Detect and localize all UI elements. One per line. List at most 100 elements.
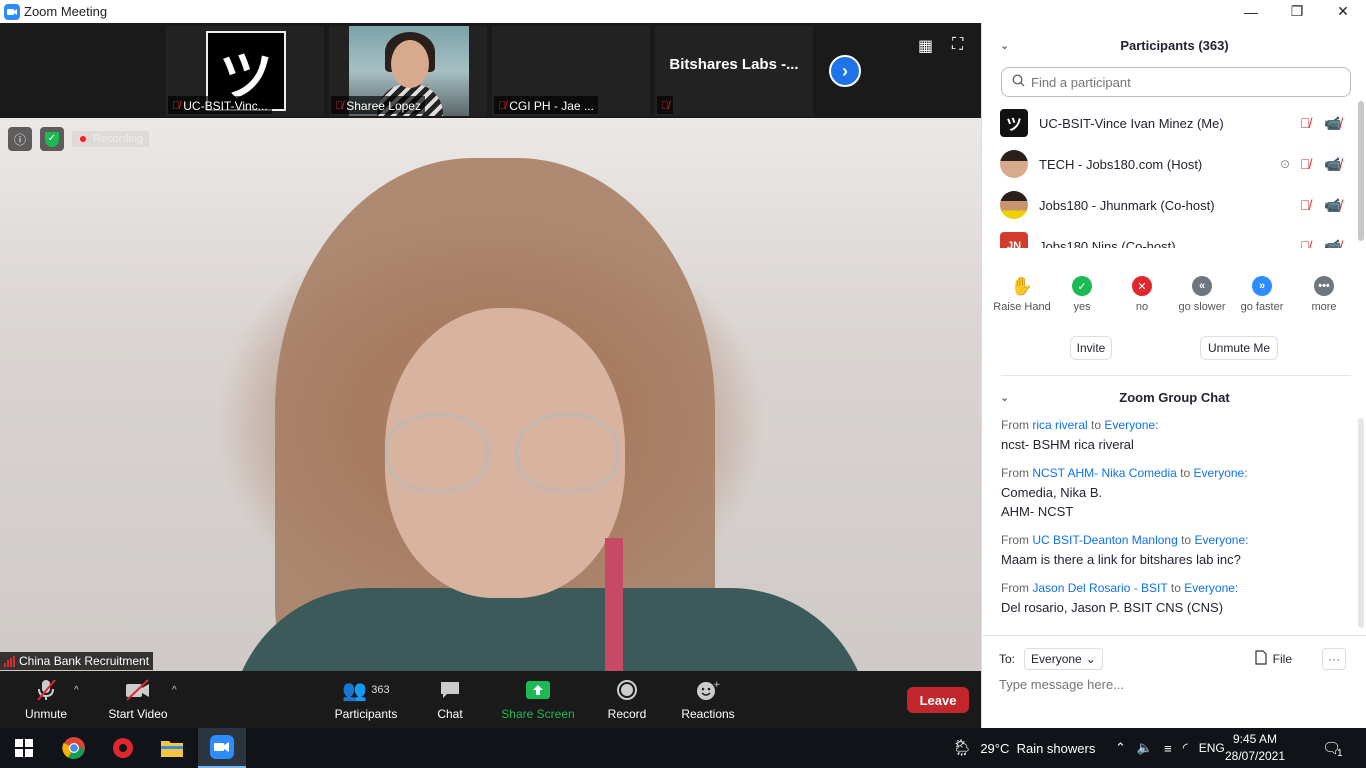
avatar xyxy=(1000,150,1028,178)
chat-more-button[interactable]: ··· xyxy=(1322,648,1346,670)
next-page-button[interactable]: › xyxy=(829,55,861,87)
video-off-icon: 📹̸ xyxy=(1324,155,1342,172)
chevron-up-icon[interactable]: ⌃ xyxy=(1115,740,1126,756)
sender-name[interactable]: UC BSIT-Deanton Manlong xyxy=(1032,533,1177,547)
minimize-button[interactable]: — xyxy=(1228,0,1274,23)
chat-button[interactable]: Chat xyxy=(430,677,470,721)
chat-message: From rica riveral to Everyone: ncst- BSH… xyxy=(1001,418,1346,454)
thumbnail-center-text: Bitshares Labs -... xyxy=(669,56,799,73)
garena-taskbar-button[interactable] xyxy=(99,728,147,768)
fullscreen-icon[interactable]: ⛶ xyxy=(952,36,963,54)
mic-muted-icon: 🎙̸ xyxy=(1300,156,1311,172)
sender-name[interactable]: Jason Del Rosario - BSIT xyxy=(1032,581,1167,595)
thumbnail-tile[interactable]: 🎙̸ Sharee Lopez xyxy=(329,26,487,116)
meeting-info-bar: ⓘ ✓ Recording xyxy=(8,127,150,151)
chat-message: From UC BSIT-Deanton Manlong to Everyone… xyxy=(1001,533,1346,569)
mic-muted-icon: 🎙̸ xyxy=(172,100,181,112)
search-input[interactable] xyxy=(1031,74,1331,90)
mic-muted-icon: 🎙̸ xyxy=(335,100,344,112)
participant-row[interactable]: Jobs180 - Jhunmark (Co-host) 🎙̸ 📹̸ xyxy=(982,185,1357,225)
chat-icon xyxy=(430,677,470,703)
info-icon[interactable]: ⓘ xyxy=(8,127,32,151)
recipient-name[interactable]: Everyone: xyxy=(1184,581,1238,595)
participant-row[interactable]: ツ UC-BSIT-Vince Ivan Minez (Me) 🎙̸ 📹̸ xyxy=(982,103,1357,143)
network-icon[interactable]: ≡ xyxy=(1164,741,1172,756)
record-button[interactable]: Record xyxy=(606,677,648,721)
audio-options-caret[interactable]: ^ xyxy=(74,685,79,696)
more-reactions-button[interactable]: ••• more xyxy=(1292,276,1356,313)
wifi-icon[interactable]: ◜ xyxy=(1183,740,1188,756)
meeting-toolbar: Unmute ^ Start Video ^ 👥 363 Participants… xyxy=(0,671,981,728)
start-video-button[interactable]: Start Video xyxy=(106,677,170,721)
sender-name[interactable]: rica riveral xyxy=(1032,418,1087,432)
file-button[interactable]: File xyxy=(1255,650,1292,668)
invite-button[interactable]: Invite xyxy=(1070,336,1112,360)
mic-muted-icon: 🎙̸ xyxy=(661,100,670,112)
participants-icon: 👥 xyxy=(342,679,368,702)
zoom-app-icon xyxy=(4,3,20,20)
speaker-icon[interactable]: 🔈 xyxy=(1137,740,1153,756)
unmute-me-button[interactable]: Unmute Me xyxy=(1200,336,1278,360)
chrome-taskbar-button[interactable] xyxy=(50,728,98,768)
share-screen-button[interactable]: Share Screen xyxy=(500,677,576,721)
no-button[interactable]: ✕ no xyxy=(1110,276,1174,313)
shield-icon[interactable]: ✓ xyxy=(40,127,64,151)
thumbnail-tile[interactable]: 🎙̸ CGI PH - Jae ... xyxy=(492,26,650,116)
thumbnail-name: 🎙̸ CGI PH - Jae ... xyxy=(494,96,598,114)
go-faster-button[interactable]: » go faster xyxy=(1230,276,1294,313)
avatar: ツ xyxy=(1000,109,1028,137)
recipient-name[interactable]: Everyone: xyxy=(1104,418,1158,432)
collapse-chevron-icon[interactable]: ⌄ xyxy=(1000,391,1009,404)
thumbnail-tile[interactable]: Bitshares Labs -... 🎙̸ xyxy=(655,26,813,116)
video-off-icon: 📹̸ xyxy=(1324,196,1342,213)
x-icon: ✕ xyxy=(1132,276,1152,296)
mic-muted-icon: 🎙̸ xyxy=(1300,238,1311,248)
video-options-caret[interactable]: ^ xyxy=(172,685,177,696)
restore-button[interactable]: ❐ xyxy=(1274,0,1320,23)
more-icon: ••• xyxy=(1314,276,1334,296)
go-slower-button[interactable]: « go slower xyxy=(1170,276,1234,313)
collapse-chevron-icon[interactable]: ⌄ xyxy=(1000,39,1009,52)
participant-row[interactable]: JN Jobs180 Nins (Co-host) 🎙̸ 📹̸ xyxy=(982,226,1357,248)
avatar xyxy=(1000,191,1028,219)
record-dot-icon xyxy=(78,134,88,144)
reactions-button[interactable]: + Reactions xyxy=(678,677,738,721)
message-body: Del rosario, Jason P. BSIT CNS (CNS) xyxy=(1001,600,1224,615)
sender-name[interactable]: NCST AHM- Nika Comedia xyxy=(1032,466,1176,480)
signal-strength-icon xyxy=(4,655,15,667)
chat-scrollbar[interactable] xyxy=(1358,418,1364,628)
chat-message-input[interactable] xyxy=(999,677,1339,692)
chat-messages: From rica riveral to Everyone: ncst- BSH… xyxy=(1001,418,1346,629)
language-indicator[interactable]: ENG xyxy=(1199,741,1225,755)
participants-button[interactable]: 👥 363 Participants xyxy=(330,677,402,722)
gallery-view-icon[interactable]: ▦ xyxy=(918,36,933,56)
video-off-icon xyxy=(106,677,170,703)
clock[interactable]: 9:45 AM 28/07/2021 xyxy=(1222,731,1288,765)
raise-hand-button[interactable]: ✋ Raise Hand xyxy=(990,276,1054,314)
close-button[interactable]: ✕ xyxy=(1320,0,1366,23)
notification-center-button[interactable]: 🗨 1 xyxy=(1322,728,1343,768)
thumbnail-strip: ツ 🎙̸ UC-BSIT-Vinc... 🎙̸ Sharee Lopez 🎙̸ CGI… xyxy=(0,23,981,118)
unmute-button[interactable]: Unmute xyxy=(18,677,74,721)
file-explorer-taskbar-button[interactable] xyxy=(148,728,196,768)
weather-widget[interactable]: 🌦 29°C Rain showers xyxy=(952,728,1095,768)
recipient-name[interactable]: Everyone: xyxy=(1194,466,1248,480)
recipient-dropdown[interactable]: Everyone ⌄ xyxy=(1024,648,1103,670)
share-screen-icon xyxy=(500,677,576,703)
smiley-plus-icon: + xyxy=(678,677,738,703)
thumbnail-tile[interactable]: ツ 🎙̸ UC-BSIT-Vinc... xyxy=(166,26,324,116)
start-button[interactable] xyxy=(0,728,48,768)
leave-button[interactable]: Leave xyxy=(907,687,969,713)
message-body: ncst- BSHM rica riveral xyxy=(1001,437,1134,452)
windows-logo-icon xyxy=(15,739,33,757)
meeting-area: ツ 🎙̸ UC-BSIT-Vinc... 🎙̸ Sharee Lopez 🎙̸ CGI… xyxy=(0,23,981,728)
record-icon xyxy=(606,677,648,703)
yes-button[interactable]: ✓ yes xyxy=(1050,276,1114,313)
participant-search[interactable] xyxy=(1001,67,1351,97)
mic-muted-icon: 🎙̸ xyxy=(1300,197,1311,213)
participants-header: ⌄ Participants (363) xyxy=(1000,37,1229,53)
zoom-taskbar-button[interactable] xyxy=(198,728,246,768)
participant-scrollbar[interactable] xyxy=(1358,101,1364,241)
recipient-name[interactable]: Everyone: xyxy=(1194,533,1248,547)
participant-row[interactable]: TECH - Jobs180.com (Host) ⊙ 🎙̸ 📹̸ xyxy=(982,144,1357,184)
